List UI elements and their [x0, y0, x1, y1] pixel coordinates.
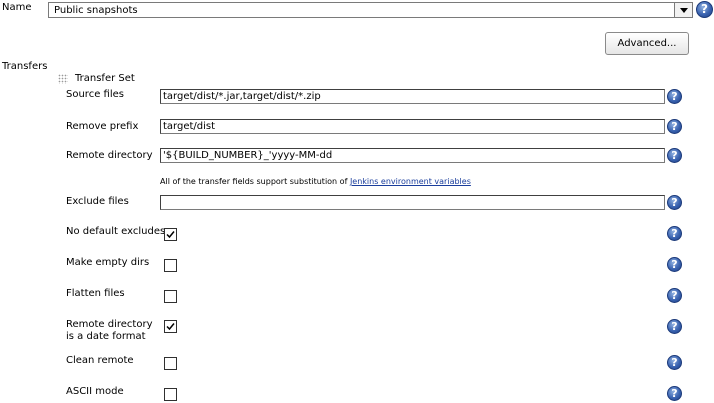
ascii-mode-checkbox[interactable]: [164, 388, 177, 401]
make-empty-dirs-checkbox[interactable]: [164, 259, 177, 272]
env-vars-link[interactable]: Jenkins environment variables: [350, 177, 471, 186]
source-files-label: Source files: [66, 89, 124, 100]
remote-dir-date-label-line2: is a date format: [66, 331, 146, 342]
help-icon[interactable]: ?: [667, 119, 682, 134]
source-files-input[interactable]: target/dist/*.jar,target/dist/*.zip: [160, 89, 665, 104]
help-icon[interactable]: ?: [696, 1, 713, 18]
help-icon[interactable]: ?: [667, 257, 682, 272]
checkmark-icon: [166, 231, 175, 239]
remote-dir-date-label-line1: Remote directory: [66, 319, 153, 330]
help-icon[interactable]: ?: [667, 319, 682, 334]
remove-prefix-label: Remove prefix: [66, 121, 139, 132]
flatten-files-checkbox[interactable]: [164, 290, 177, 303]
no-default-excludes-label: No default excludes: [66, 226, 166, 237]
advanced-button[interactable]: Advanced...: [605, 32, 689, 55]
help-icon[interactable]: ?: [667, 355, 682, 370]
name-select-value: Public snapshots: [54, 5, 138, 16]
help-icon[interactable]: ?: [667, 386, 682, 401]
help-icon[interactable]: ?: [667, 89, 682, 104]
checkmark-icon: [166, 323, 175, 331]
env-vars-note: All of the transfer fields support subst…: [160, 177, 471, 187]
exclude-files-input[interactable]: [160, 195, 665, 210]
exclude-files-label: Exclude files: [66, 196, 129, 207]
no-default-excludes-checkbox[interactable]: [164, 228, 177, 241]
transfer-set-label: Transfer Set: [75, 73, 135, 84]
remote-dir-date-checkbox[interactable]: [164, 320, 177, 333]
help-icon[interactable]: ?: [667, 226, 682, 241]
clean-remote-label: Clean remote: [66, 355, 134, 366]
transfers-label: Transfers: [2, 61, 48, 72]
name-label: Name: [2, 2, 32, 13]
remove-prefix-input[interactable]: target/dist: [160, 119, 665, 134]
name-select[interactable]: Public snapshots: [48, 2, 693, 18]
env-vars-note-text: All of the transfer fields support subst…: [160, 177, 350, 186]
help-icon[interactable]: ?: [667, 195, 682, 210]
help-icon[interactable]: ?: [667, 288, 682, 303]
remote-directory-label: Remote directory: [66, 150, 153, 161]
remote-directory-input[interactable]: '${BUILD_NUMBER}_'yyyy-MM-dd: [160, 148, 665, 163]
make-empty-dirs-label: Make empty dirs: [66, 257, 150, 268]
help-icon[interactable]: ?: [667, 148, 682, 163]
flatten-files-label: Flatten files: [66, 288, 125, 299]
clean-remote-checkbox[interactable]: [164, 357, 177, 370]
chevron-down-icon[interactable]: [674, 3, 692, 17]
ascii-mode-label: ASCII mode: [66, 386, 124, 397]
drag-handle-icon[interactable]: [58, 74, 68, 84]
